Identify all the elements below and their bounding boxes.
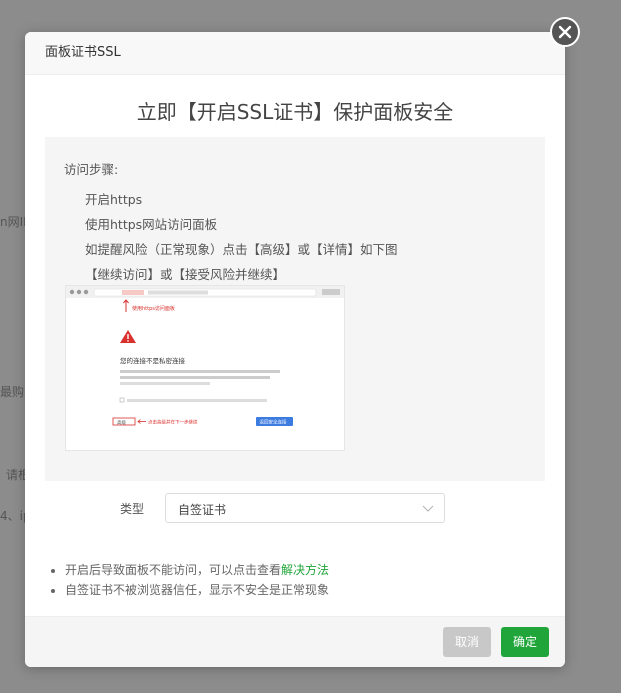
warning-heading: 您的连接不是私密连接 <box>120 356 186 365</box>
dialog-title: 面板证书SSL <box>25 32 565 75</box>
type-select[interactable]: 自签证书 <box>165 493 445 523</box>
close-button[interactable] <box>550 17 580 47</box>
type-row: 类型 自签证书 <box>45 493 545 523</box>
confirm-button[interactable]: 确定 <box>501 627 549 657</box>
steps-title: 访问步骤: <box>64 162 119 177</box>
note-item: 自签证书不被浏览器信任，显示不安全是正常现象 <box>65 580 329 600</box>
close-icon <box>558 25 572 39</box>
notes-list: 开启后导致面板不能访问，可以点击查看解决方法 自签证书不被浏览器信任，显示不安全… <box>49 560 329 600</box>
dialog-footer: 取消 确定 <box>25 616 565 667</box>
step-item: 【继续访问】或【接受风险并继续】 <box>85 267 286 282</box>
step-item: 如提醒风险（正常现象）点击【高级】或【详情】如下图 <box>85 242 398 257</box>
steps-list: 访问步骤: 开启https 使用https网站访问面板 如提醒风险（正常现象）点… <box>64 159 398 287</box>
annotation-advanced: 点击高级并在下一步继续 <box>148 419 198 426</box>
type-label: 类型 <box>120 502 145 516</box>
guide-box: 访问步骤: 开启https 使用https网站访问面板 如提醒风险（正常现象）点… <box>45 137 545 481</box>
advanced-button: 高级 <box>117 419 126 426</box>
step-item: 使用https网站访问面板 <box>85 217 218 232</box>
ssl-dialog: 面板证书SSL 立即【开启SSL证书】保护面板安全 访问步骤: 开启https … <box>25 32 565 667</box>
browser-warning-screenshot: 使用https访问面板 您的连接不是私密连接 高级 点击高级并在下一步继续 返回… <box>65 285 345 451</box>
chevron-down-icon <box>422 505 434 512</box>
primary-button: 返回安全连接 <box>260 419 287 426</box>
step-item: 开启https <box>85 192 143 207</box>
headline: 立即【开启SSL证书】保护面板安全 <box>136 100 454 124</box>
browser-warning-image: 使用https访问面板 您的连接不是私密连接 高级 点击高级并在下一步继续 返回… <box>66 286 344 426</box>
type-select-value: 自签证书 <box>178 503 227 517</box>
solution-link[interactable]: 解决方法 <box>281 563 329 577</box>
note-text: 开启后导致面板不能访问，可以点击查看 <box>65 563 282 577</box>
cancel-button[interactable]: 取消 <box>443 627 491 657</box>
annotation-top: 使用https访问面板 <box>132 305 175 312</box>
note-item: 开启后导致面板不能访问，可以点击查看解决方法 <box>65 560 329 580</box>
